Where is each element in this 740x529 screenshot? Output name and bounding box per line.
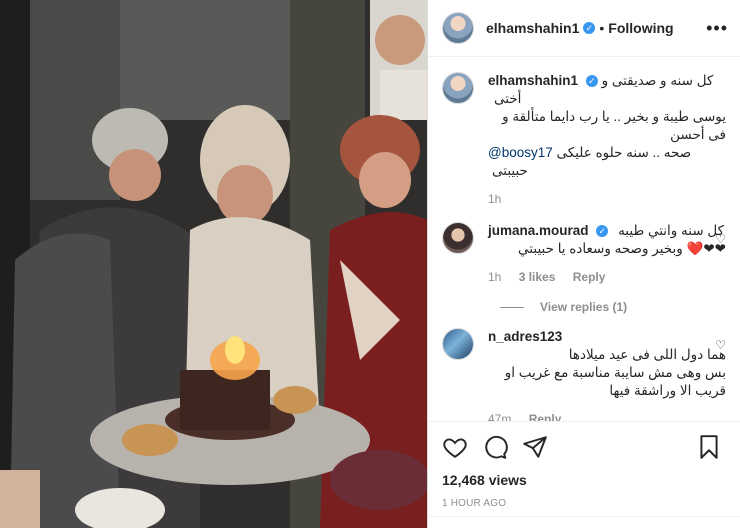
comment-item: n_adres123 هما دول اللى فى عيد ميلادها ب… <box>442 328 726 421</box>
post-header: elhamshahin1 ✓ • Following ••• <box>428 0 740 57</box>
comment-line-1: كل سنه وانتي طيبه <box>618 223 725 238</box>
caption-line-2: يوسى طيبة و بخير .. يا رب دايما متألقة و… <box>502 109 726 142</box>
view-replies-label: View replies (1) <box>540 300 628 314</box>
comment-like-heart-icon[interactable]: ♡ <box>715 232 726 246</box>
divider-line <box>500 306 524 308</box>
author-avatar[interactable] <box>442 12 474 44</box>
comment-likes[interactable]: 3 likes <box>519 270 556 284</box>
view-count[interactable]: 12,468 views <box>442 472 726 488</box>
verified-badge-icon: ✓ <box>583 22 596 34</box>
comment-avatar[interactable] <box>442 222 474 254</box>
separator-dot: • <box>599 20 605 36</box>
reply-button[interactable]: Reply <box>529 412 562 421</box>
comment-avatar[interactable] <box>442 328 474 360</box>
comment-time: 47m <box>488 412 512 421</box>
bookmark-icon[interactable] <box>696 434 722 460</box>
more-options-icon[interactable]: ••• <box>706 18 728 39</box>
share-icon[interactable] <box>522 434 548 460</box>
comment-time: 1h <box>488 270 502 284</box>
following-button[interactable]: Following <box>608 20 673 36</box>
comment-line-1: هما دول اللى فى عيد ميلادها <box>568 347 726 362</box>
caption: elhamshahin1 ✓ كل سنه و صديقتى و أختى يو… <box>442 72 726 208</box>
add-comment-area[interactable] <box>428 516 740 529</box>
comment-item: jumana.mourad ✓ كل سنه وانتي طيبه ❤❤❤️ و… <box>442 222 726 286</box>
post-panel: elhamshahin1 ✓ • Following ••• elhamshah… <box>427 0 740 528</box>
video-frame <box>0 0 427 528</box>
comment-line-2: ❤❤❤️ وبخير وصحه وسعاده يا حبيبتي <box>518 241 726 256</box>
post-timestamp: 1 HOUR AGO <box>442 498 507 509</box>
author-username[interactable]: elhamshahin1 <box>486 20 579 36</box>
post-actions: 12,468 views 1 HOUR AGO <box>428 421 740 509</box>
heart-icon[interactable] <box>442 434 468 460</box>
comment-line-3: قريب الا وراشقة فيها <box>609 383 726 398</box>
caption-time: 1h <box>488 192 502 206</box>
comment-icon[interactable] <box>482 434 508 460</box>
comments-list: elhamshahin1 ✓ كل سنه و صديقتى و أختى يو… <box>428 58 740 421</box>
reply-button[interactable]: Reply <box>573 270 606 284</box>
comment-username[interactable]: n_adres123 <box>488 329 562 344</box>
view-replies-button[interactable]: View replies (1) <box>500 300 726 314</box>
post-video[interactable] <box>0 0 427 528</box>
caption-avatar[interactable] <box>442 72 474 104</box>
verified-badge-icon: ✓ <box>596 225 609 238</box>
comment-username[interactable]: jumana.mourad <box>488 223 589 238</box>
comment-like-heart-icon[interactable]: ♡ <box>715 338 726 352</box>
comment-line-2: بس وهى مش سايبة مناسبة مع غريب او <box>504 365 726 380</box>
caption-username[interactable]: elhamshahin1 <box>488 73 578 88</box>
verified-badge-icon: ✓ <box>585 75 598 88</box>
caption-mention-link[interactable]: @boosy17 <box>488 145 553 160</box>
